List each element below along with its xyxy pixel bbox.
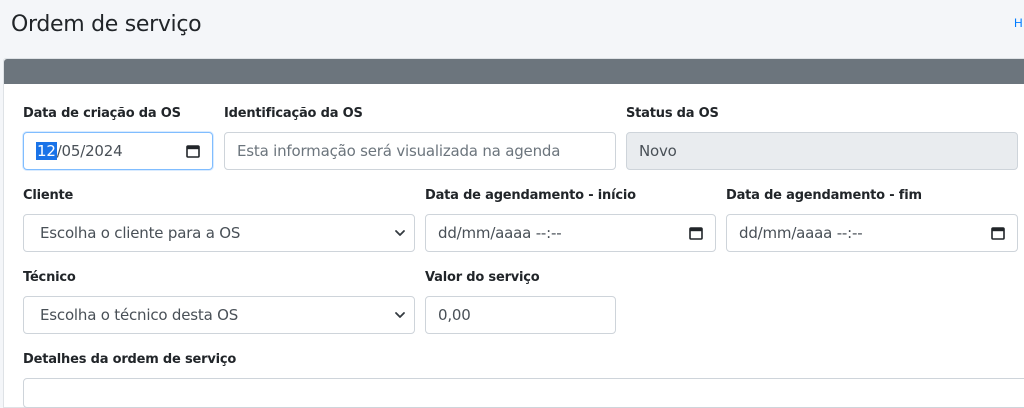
chevron-down-icon — [395, 312, 405, 318]
client-label: Cliente — [23, 188, 74, 203]
card-header — [4, 59, 1024, 84]
client-select[interactable]: Escolha o cliente para a OS — [23, 214, 415, 252]
details-label: Detalhes da ordem de serviço — [23, 352, 237, 367]
technician-label: Técnico — [23, 270, 76, 285]
schedule-end-value: dd/mm/aaaa --:-- — [739, 224, 863, 242]
service-value-text: 0,00 — [438, 306, 471, 324]
chevron-down-icon — [395, 230, 405, 236]
status-value: Novo — [639, 142, 677, 160]
identification-placeholder: Esta informação será visualizada na agen… — [237, 142, 561, 160]
technician-select[interactable]: Escolha o técnico desta OS — [23, 296, 415, 334]
breadcrumb-home-link[interactable]: H — [1014, 16, 1023, 30]
schedule-start-label: Data de agendamento - início — [425, 188, 636, 203]
service-value-label: Valor do serviço — [425, 270, 540, 285]
page-header: Ordem de serviço H — [0, 0, 1024, 58]
calendar-icon[interactable] — [991, 226, 1005, 240]
identification-label: Identificação da OS — [224, 106, 363, 121]
identification-input[interactable]: Esta informação será visualizada na agen… — [224, 132, 616, 170]
page-title: Ordem de serviço — [11, 12, 202, 37]
technician-selected-value: Escolha o técnico desta OS — [40, 306, 239, 324]
client-selected-value: Escolha o cliente para a OS — [40, 224, 241, 242]
schedule-start-input[interactable]: dd/mm/aaaa --:-- — [425, 214, 716, 252]
created-date-day-segment[interactable]: 12 — [36, 142, 57, 160]
schedule-end-label: Data de agendamento - fim — [726, 188, 922, 203]
calendar-icon[interactable] — [186, 144, 200, 158]
details-textarea[interactable] — [23, 378, 1024, 408]
created-date-label: Data de criação da OS — [23, 106, 181, 121]
status-field: Novo — [626, 132, 1018, 170]
created-date-rest: /05/2024 — [56, 142, 123, 160]
created-date-input[interactable]: 12/05/2024 — [23, 132, 213, 170]
calendar-icon[interactable] — [689, 226, 703, 240]
service-value-input[interactable]: 0,00 — [425, 296, 616, 334]
schedule-end-input[interactable]: dd/mm/aaaa --:-- — [726, 214, 1018, 252]
status-label: Status da OS — [626, 106, 719, 121]
schedule-start-value: dd/mm/aaaa --:-- — [438, 224, 562, 242]
